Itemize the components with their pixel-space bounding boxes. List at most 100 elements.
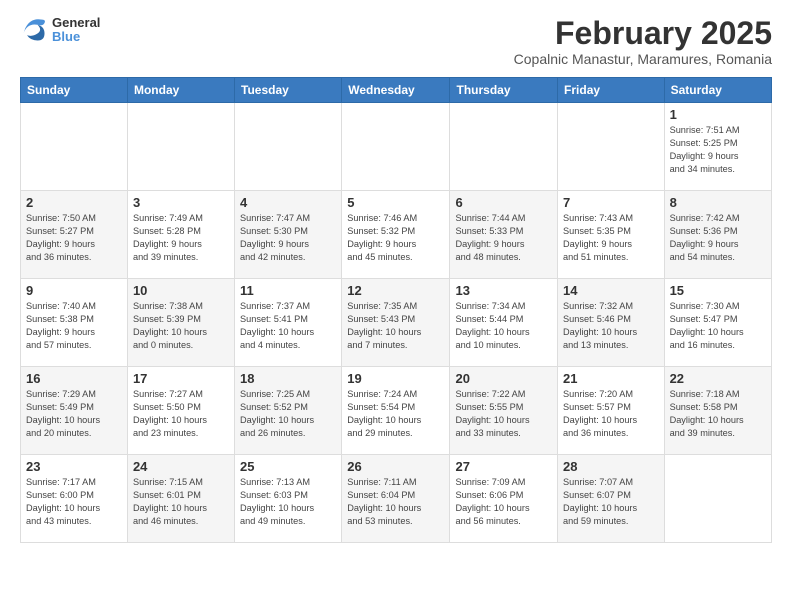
day-number: 17 xyxy=(133,371,229,386)
calendar-cell: 16 Sunrise: 7:29 AM Sunset: 5:49 PM Dayli… xyxy=(21,367,128,455)
day-number: 4 xyxy=(240,195,336,210)
weekday-header: Saturday xyxy=(664,78,771,103)
logo-general: General xyxy=(52,16,100,30)
day-number: 14 xyxy=(563,283,659,298)
day-info: Sunrise: 7:37 AM Sunset: 5:41 PM Dayligh… xyxy=(240,300,336,352)
day-info: Sunrise: 7:40 AM Sunset: 5:38 PM Dayligh… xyxy=(26,300,122,352)
day-info: Sunrise: 7:13 AM Sunset: 6:03 PM Dayligh… xyxy=(240,476,336,528)
day-info: Sunrise: 7:35 AM Sunset: 5:43 PM Dayligh… xyxy=(347,300,444,352)
day-number: 2 xyxy=(26,195,122,210)
day-info: Sunrise: 7:34 AM Sunset: 5:44 PM Dayligh… xyxy=(455,300,552,352)
day-number: 28 xyxy=(563,459,659,474)
day-info: Sunrise: 7:09 AM Sunset: 6:06 PM Dayligh… xyxy=(455,476,552,528)
day-info: Sunrise: 7:44 AM Sunset: 5:33 PM Dayligh… xyxy=(455,212,552,264)
day-info: Sunrise: 7:20 AM Sunset: 5:57 PM Dayligh… xyxy=(563,388,659,440)
weekday-header: Friday xyxy=(558,78,665,103)
calendar-cell: 7Sunrise: 7:43 AM Sunset: 5:35 PM Daylig… xyxy=(558,191,665,279)
day-number: 24 xyxy=(133,459,229,474)
day-number: 18 xyxy=(240,371,336,386)
calendar-cell: 27 Sunrise: 7:09 AM Sunset: 6:06 PM Dayli… xyxy=(450,455,558,543)
day-number: 16 xyxy=(26,371,122,386)
day-number: 10 xyxy=(133,283,229,298)
logo-icon xyxy=(20,16,48,44)
day-info: Sunrise: 7:50 AM Sunset: 5:27 PM Dayligh… xyxy=(26,212,122,264)
month-title: February 2025 xyxy=(514,16,772,51)
day-number: 7 xyxy=(563,195,659,210)
day-number: 9 xyxy=(26,283,122,298)
calendar-week-row: 1 Sunrise: 7:51 AM Sunset: 5:25 PM Daylig… xyxy=(21,103,772,191)
calendar-cell: 11 Sunrise: 7:37 AM Sunset: 5:41 PM Dayli… xyxy=(235,279,342,367)
day-info: Sunrise: 7:51 AM Sunset: 5:25 PM Dayligh… xyxy=(670,124,766,176)
day-info: Sunrise: 7:18 AM Sunset: 5:58 PM Dayligh… xyxy=(670,388,766,440)
calendar-cell: 14 Sunrise: 7:32 AM Sunset: 5:46 PM Dayli… xyxy=(558,279,665,367)
weekday-header: Sunday xyxy=(21,78,128,103)
day-info: Sunrise: 7:47 AM Sunset: 5:30 PM Dayligh… xyxy=(240,212,336,264)
day-number: 5 xyxy=(347,195,444,210)
calendar-cell: 15 Sunrise: 7:30 AM Sunset: 5:47 PM Dayli… xyxy=(664,279,771,367)
calendar-cell xyxy=(21,103,128,191)
day-number: 13 xyxy=(455,283,552,298)
day-number: 8 xyxy=(670,195,766,210)
subtitle: Copalnic Manastur, Maramures, Romania xyxy=(514,51,772,67)
day-info: Sunrise: 7:49 AM Sunset: 5:28 PM Dayligh… xyxy=(133,212,229,264)
day-number: 19 xyxy=(347,371,444,386)
day-info: Sunrise: 7:24 AM Sunset: 5:54 PM Dayligh… xyxy=(347,388,444,440)
day-number: 11 xyxy=(240,283,336,298)
title-block: February 2025 Copalnic Manastur, Maramur… xyxy=(514,16,772,67)
day-info: Sunrise: 7:27 AM Sunset: 5:50 PM Dayligh… xyxy=(133,388,229,440)
calendar-cell: 9 Sunrise: 7:40 AM Sunset: 5:38 PM Daylig… xyxy=(21,279,128,367)
calendar-cell: 21 Sunrise: 7:20 AM Sunset: 5:57 PM Dayli… xyxy=(558,367,665,455)
day-info: Sunrise: 7:07 AM Sunset: 6:07 PM Dayligh… xyxy=(563,476,659,528)
calendar-cell: 28 Sunrise: 7:07 AM Sunset: 6:07 PM Dayli… xyxy=(558,455,665,543)
day-info: Sunrise: 7:17 AM Sunset: 6:00 PM Dayligh… xyxy=(26,476,122,528)
calendar-cell: 26 Sunrise: 7:11 AM Sunset: 6:04 PM Dayli… xyxy=(342,455,450,543)
day-number: 12 xyxy=(347,283,444,298)
day-number: 26 xyxy=(347,459,444,474)
day-info: Sunrise: 7:46 AM Sunset: 5:32 PM Dayligh… xyxy=(347,212,444,264)
calendar-cell: 20Sunrise: 7:22 AM Sunset: 5:55 PM Dayli… xyxy=(450,367,558,455)
calendar-cell: 19 Sunrise: 7:24 AM Sunset: 5:54 PM Dayli… xyxy=(342,367,450,455)
calendar-cell: 24 Sunrise: 7:15 AM Sunset: 6:01 PM Dayli… xyxy=(127,455,234,543)
calendar-header-row: SundayMondayTuesdayWednesdayThursdayFrid… xyxy=(21,78,772,103)
calendar-cell: 17 Sunrise: 7:27 AM Sunset: 5:50 PM Dayli… xyxy=(127,367,234,455)
weekday-header: Thursday xyxy=(450,78,558,103)
calendar-cell xyxy=(127,103,234,191)
calendar-week-row: 16 Sunrise: 7:29 AM Sunset: 5:49 PM Dayli… xyxy=(21,367,772,455)
calendar-cell: 8 Sunrise: 7:42 AM Sunset: 5:36 PM Daylig… xyxy=(664,191,771,279)
calendar-cell: 4 Sunrise: 7:47 AM Sunset: 5:30 PM Daylig… xyxy=(235,191,342,279)
calendar-cell: 10Sunrise: 7:38 AM Sunset: 5:39 PM Dayli… xyxy=(127,279,234,367)
day-info: Sunrise: 7:32 AM Sunset: 5:46 PM Dayligh… xyxy=(563,300,659,352)
day-number: 23 xyxy=(26,459,122,474)
header: General Blue February 2025 Copalnic Mana… xyxy=(20,16,772,67)
day-number: 22 xyxy=(670,371,766,386)
day-info: Sunrise: 7:15 AM Sunset: 6:01 PM Dayligh… xyxy=(133,476,229,528)
calendar: SundayMondayTuesdayWednesdayThursdayFrid… xyxy=(20,77,772,543)
day-info: Sunrise: 7:42 AM Sunset: 5:36 PM Dayligh… xyxy=(670,212,766,264)
day-number: 25 xyxy=(240,459,336,474)
day-number: 1 xyxy=(670,107,766,122)
day-info: Sunrise: 7:25 AM Sunset: 5:52 PM Dayligh… xyxy=(240,388,336,440)
logo: General Blue xyxy=(20,16,100,45)
calendar-week-row: 9 Sunrise: 7:40 AM Sunset: 5:38 PM Daylig… xyxy=(21,279,772,367)
calendar-cell: 1 Sunrise: 7:51 AM Sunset: 5:25 PM Daylig… xyxy=(664,103,771,191)
calendar-cell xyxy=(558,103,665,191)
day-info: Sunrise: 7:11 AM Sunset: 6:04 PM Dayligh… xyxy=(347,476,444,528)
calendar-cell: 3Sunrise: 7:49 AM Sunset: 5:28 PM Daylig… xyxy=(127,191,234,279)
weekday-header: Monday xyxy=(127,78,234,103)
calendar-cell: 13 Sunrise: 7:34 AM Sunset: 5:44 PM Dayli… xyxy=(450,279,558,367)
day-info: Sunrise: 7:30 AM Sunset: 5:47 PM Dayligh… xyxy=(670,300,766,352)
calendar-cell xyxy=(664,455,771,543)
calendar-cell: 6 Sunrise: 7:44 AM Sunset: 5:33 PM Daylig… xyxy=(450,191,558,279)
calendar-cell: 5 Sunrise: 7:46 AM Sunset: 5:32 PM Daylig… xyxy=(342,191,450,279)
day-number: 21 xyxy=(563,371,659,386)
calendar-cell: 12 Sunrise: 7:35 AM Sunset: 5:43 PM Dayli… xyxy=(342,279,450,367)
calendar-cell: 22 Sunrise: 7:18 AM Sunset: 5:58 PM Dayli… xyxy=(664,367,771,455)
page: General Blue February 2025 Copalnic Mana… xyxy=(0,0,792,612)
weekday-header: Wednesday xyxy=(342,78,450,103)
day-number: 27 xyxy=(455,459,552,474)
day-number: 15 xyxy=(670,283,766,298)
day-info: Sunrise: 7:29 AM Sunset: 5:49 PM Dayligh… xyxy=(26,388,122,440)
day-number: 6 xyxy=(455,195,552,210)
day-number: 20 xyxy=(455,371,552,386)
calendar-cell: 25 Sunrise: 7:13 AM Sunset: 6:03 PM Dayli… xyxy=(235,455,342,543)
